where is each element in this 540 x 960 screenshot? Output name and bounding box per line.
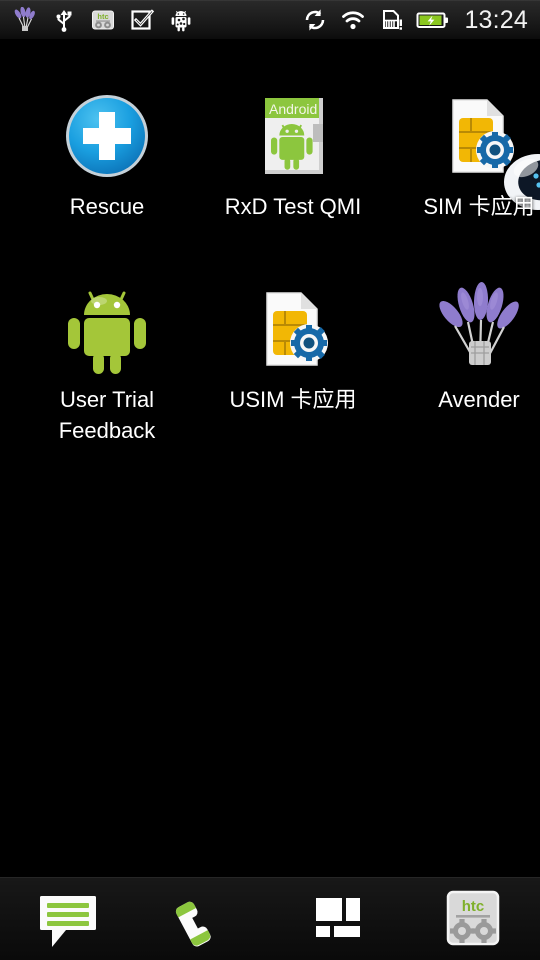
dock-bar: Messages Phone <box>0 877 540 960</box>
rescue-cross-icon <box>59 88 155 184</box>
checkbox-icon: Task complete <box>129 7 155 33</box>
wifi-icon-label: Wi-Fi connected <box>366 7 367 8</box>
app-icon-user-trial-feedback[interactable]: User Trial Feedback <box>28 281 186 446</box>
dock-app-drawer-label: All apps <box>370 887 371 888</box>
wifi-icon: Wi-Fi connected <box>340 7 366 33</box>
app-icon-usim-card-app[interactable]: USIM 卡应用 <box>214 281 372 446</box>
android-package-icon: Android <box>245 88 341 184</box>
app-drawer-icon: All apps <box>306 887 370 951</box>
lavender-bouquet-icon <box>431 281 527 377</box>
status-bar-clock: 13:24 <box>464 6 528 34</box>
android-robot-icon <box>59 281 155 377</box>
app-label: RxD Test QMI <box>224 194 362 219</box>
app-label: Rescue <box>69 194 145 219</box>
usim-card-gear-icon <box>245 281 341 377</box>
app-row: Rescue Android RxD Test QMI SIM 卡应用 <box>0 88 540 222</box>
status-bar[interactable]: Avender notification USB connected htc <box>0 0 540 40</box>
phone-handset-icon: Phone <box>171 887 235 951</box>
svg-text:htc: htc <box>97 12 108 21</box>
svg-text:Android: Android <box>269 101 317 117</box>
sync-icon-label: Syncing <box>328 7 329 8</box>
checkbox-icon-label: Task complete <box>155 7 156 8</box>
app-icon-rxd-test-qmi[interactable]: Android RxD Test QMI <box>214 88 372 222</box>
battery-charging-icon: Battery charging <box>416 7 450 33</box>
htc-gears-icon: htc HTC Settings <box>441 887 505 951</box>
sync-icon: Syncing <box>302 7 328 33</box>
app-icon-rescue[interactable]: Rescue <box>28 88 186 222</box>
android-debug-icon-label: USB debugging connected <box>194 7 195 8</box>
usb-icon-label: USB connected <box>77 7 78 8</box>
app-icon-sim-card-app[interactable]: SIM 卡应用 <box>400 88 540 222</box>
app-label: Avender <box>438 387 520 412</box>
dock-messages-button[interactable]: Messages <box>0 878 135 960</box>
svg-text:htc: htc <box>461 898 484 915</box>
dock-htc-settings-label: HTC Settings <box>505 887 506 888</box>
app-label: SIM 卡应用 <box>423 194 535 219</box>
app-label: User Trial Feedback <box>58 387 156 443</box>
sim-alert-icon: No SIM card <box>378 7 404 33</box>
status-bar-left-icons: Avender notification USB connected htc <box>0 6 302 33</box>
dock-app-drawer-button[interactable]: All apps <box>270 878 405 960</box>
usb-icon: USB connected <box>51 7 77 33</box>
status-bar-divider <box>0 39 540 40</box>
battery-charging-icon-label: Battery charging <box>450 7 451 8</box>
dock-htc-settings-button[interactable]: htc HTC Settings <box>405 878 540 960</box>
sim-card-gear-icon <box>431 88 527 184</box>
dock-phone-label: Phone <box>235 887 236 888</box>
message-bubble-icon: Messages <box>36 887 100 951</box>
sim-alert-icon-label: No SIM card <box>404 7 405 8</box>
status-bar-right-icons: Syncing Wi-Fi connected <box>302 7 540 33</box>
dock-messages-label: Messages <box>100 887 101 888</box>
app-icon-avender[interactable]: Avender <box>400 281 540 446</box>
lavender-flower-icon: Avender notification <box>12 6 39 33</box>
lavender-flower-icon-label: Avender notification <box>38 7 39 8</box>
home-screen-workspace[interactable]: Rescue Android RxD Test QMI SIM 卡应用 User… <box>0 40 540 878</box>
htc-settings-icon: htc HTC system tool <box>90 7 116 33</box>
htc-settings-icon-label: HTC system tool <box>116 7 117 8</box>
app-row: User Trial Feedback USIM 卡应用 Avender <box>0 281 540 446</box>
android-debug-icon: USB debugging connected <box>168 7 194 33</box>
app-icon-grid: Rescue Android RxD Test QMI SIM 卡应用 User… <box>0 40 540 446</box>
app-label: USIM 卡应用 <box>229 387 357 412</box>
dock-phone-button[interactable]: Phone <box>135 878 270 960</box>
